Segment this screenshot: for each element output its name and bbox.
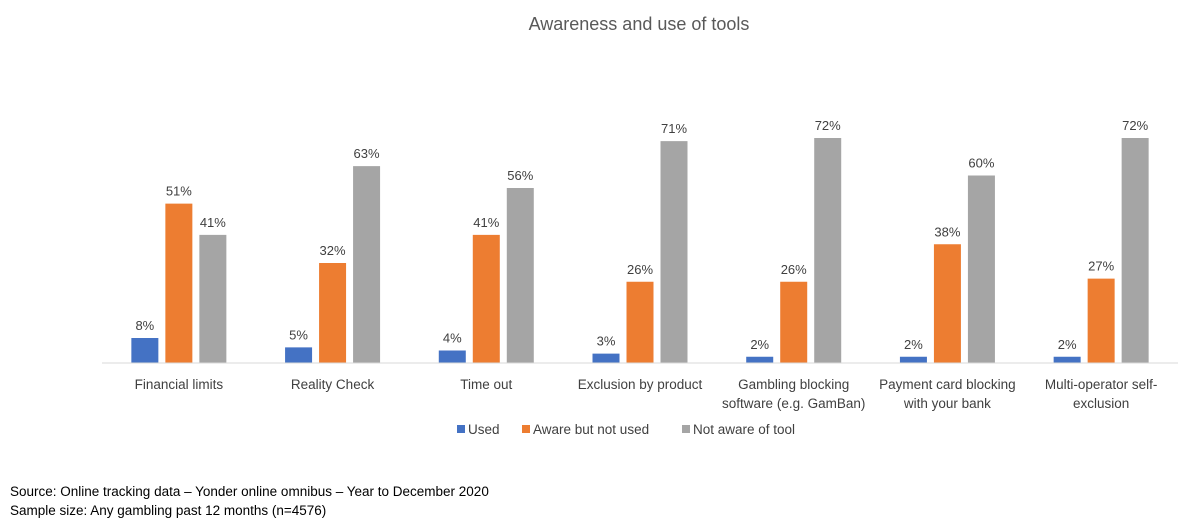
bar-aware-but-not-used-4	[780, 281, 808, 363]
bar-not-aware-of-tool-5	[967, 175, 995, 363]
bar-not-aware-of-tool-4	[814, 138, 842, 363]
data-label: 32%	[320, 243, 346, 258]
data-label: 41%	[473, 215, 499, 230]
bar-aware-but-not-used-1	[319, 263, 347, 363]
legend-swatch-used	[457, 425, 465, 433]
category-labels: Financial limits Reality Check Time out Exc…	[135, 377, 1158, 411]
bar-used-0	[131, 338, 159, 363]
bars-layer: 8% 51% 41% 5% 32% 63% 4% 41% 56% 3% 26% 71% 2% 26% 72%…	[131, 118, 1149, 363]
bar-used-1	[285, 347, 313, 363]
bar-not-aware-of-tool-1	[353, 166, 381, 363]
bar-chart: Awareness and use of tools 8% 51% 41% 5% 32%…	[102, 14, 1178, 437]
data-label: 56%	[507, 168, 533, 183]
data-label: 2%	[1058, 337, 1077, 352]
data-label: 26%	[627, 262, 653, 277]
bar-used-4	[746, 356, 774, 363]
data-label: 3%	[597, 334, 616, 349]
bar-used-2	[438, 350, 466, 363]
source-note: Source: Online tracking data – Yonder on…	[10, 484, 489, 499]
category-label: Financial limits	[135, 377, 224, 392]
legend-swatch-not-aware-of-tool	[682, 425, 690, 433]
data-label: 4%	[443, 331, 462, 346]
data-label: 5%	[289, 327, 308, 342]
data-label: 26%	[781, 262, 807, 277]
data-label: 71%	[661, 121, 687, 136]
bar-not-aware-of-tool-0	[199, 234, 227, 363]
chart-title: Awareness and use of tools	[529, 14, 750, 34]
data-label: 72%	[815, 118, 841, 133]
data-label: 72%	[1122, 118, 1148, 133]
legend-label: Not aware of tool	[693, 422, 795, 437]
legend: Used Aware but not used Not aware of tool	[457, 422, 795, 437]
category-label: Multi-operator self-exclusion	[1045, 377, 1158, 411]
bar-aware-but-not-used-0	[165, 203, 193, 363]
data-label: 38%	[934, 224, 960, 239]
data-label: 8%	[135, 318, 154, 333]
data-label: 27%	[1088, 259, 1114, 274]
bar-used-5	[899, 356, 927, 363]
category-label: Reality Check	[291, 377, 375, 392]
data-label: 63%	[354, 146, 380, 161]
category-label: Payment card blocking with your bank	[879, 377, 1016, 411]
legend-swatch-aware-but-not-used	[522, 425, 530, 433]
data-label: 41%	[200, 215, 226, 230]
bar-aware-but-not-used-6	[1087, 278, 1115, 363]
bar-used-6	[1053, 356, 1081, 363]
bar-used-3	[592, 353, 620, 363]
bar-not-aware-of-tool-2	[506, 188, 534, 363]
category-label: Time out	[460, 377, 512, 392]
data-label: 51%	[166, 184, 192, 199]
bar-aware-but-not-used-5	[933, 244, 961, 363]
legend-label: Used	[468, 422, 500, 437]
bar-aware-but-not-used-3	[626, 281, 654, 363]
data-label: 60%	[968, 156, 994, 171]
data-label: 2%	[750, 337, 769, 352]
bar-aware-but-not-used-2	[472, 234, 500, 363]
category-label: Gambling blocking software (e.g. GamBan)	[722, 377, 865, 411]
bar-not-aware-of-tool-6	[1121, 138, 1149, 363]
data-label: 2%	[904, 337, 923, 352]
legend-label: Aware but not used	[533, 422, 649, 437]
bar-not-aware-of-tool-3	[660, 141, 688, 363]
sample-size-note: Sample size: Any gambling past 12 months…	[10, 503, 327, 518]
category-label: Exclusion by product	[578, 377, 703, 392]
